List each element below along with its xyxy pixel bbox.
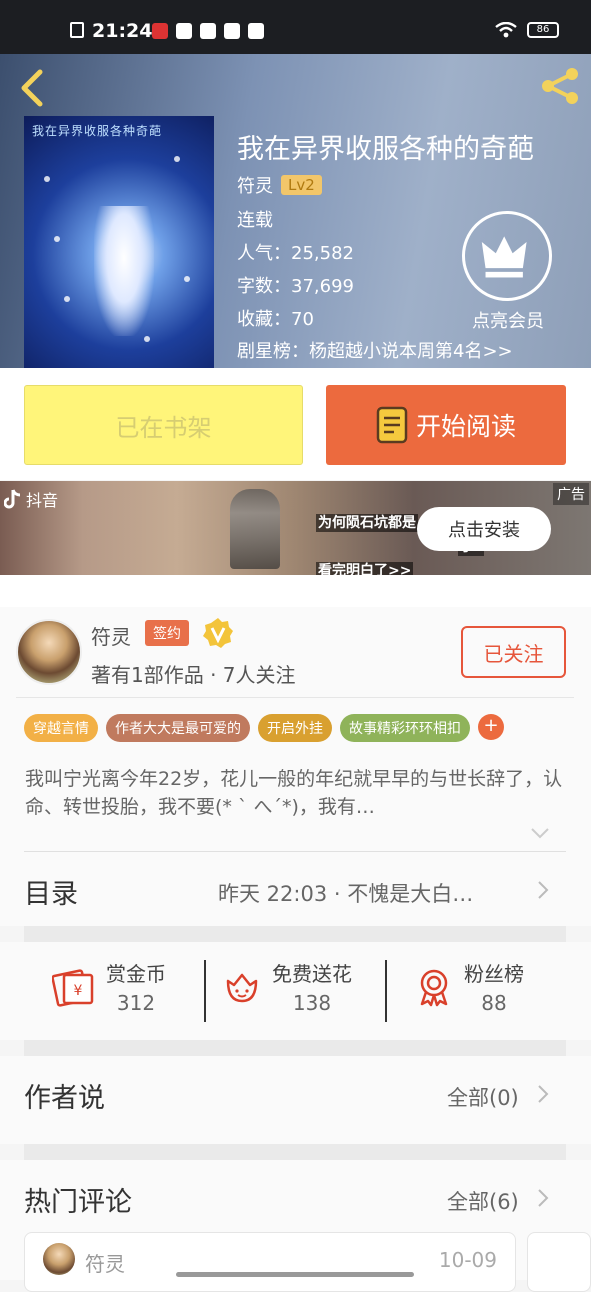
section-separator — [24, 926, 566, 942]
tiktok-icon — [4, 489, 21, 509]
followed-button[interactable]: 已关注 — [461, 626, 566, 678]
cover-figure — [94, 206, 154, 336]
commenter-avatar[interactable] — [43, 1243, 75, 1275]
fan-ranking-label: 粉丝榜 — [464, 962, 524, 986]
book-summary[interactable]: 我叫宁光离今年22岁，花儿一般的年纪就早早的与世长辞了，认命、转世投胎，我不要(… — [25, 765, 565, 821]
free-flower-count: 138 — [292, 991, 332, 1015]
book-icon — [376, 406, 408, 444]
crown-icon — [481, 236, 527, 278]
ad-headline-line1: 为何陨石坑都是 — [316, 514, 418, 532]
vip-button[interactable] — [462, 211, 552, 301]
medal-icon — [420, 969, 448, 1006]
reward-coins-label: 赏金币 — [106, 962, 166, 986]
battery-indicator: 86 — [527, 22, 559, 38]
speedometer-icon — [200, 23, 216, 39]
notification-icons — [152, 23, 264, 39]
free-flower-button[interactable]: 免费送花 138 — [222, 958, 352, 1015]
author-avatar[interactable] — [16, 619, 82, 685]
verified-v-icon — [203, 618, 233, 648]
tag-chip[interactable]: 故事精彩环环相扣 — [340, 714, 470, 742]
author-card: 符灵 签约 著有1部作品 · 7人关注 已关注 穿越言情 作者大大是最可爱的 开… — [0, 607, 591, 852]
book-author[interactable]: 符灵 — [237, 172, 273, 198]
divider — [16, 697, 574, 698]
chevron-down-icon[interactable] — [530, 827, 550, 839]
divider — [385, 960, 387, 1022]
status-time: 21:24 — [92, 20, 153, 42]
comment-date: 10-09 — [438, 1248, 497, 1272]
signed-badge: 签约 — [145, 620, 189, 646]
sim-icon — [70, 22, 84, 38]
section-separator — [24, 1040, 566, 1056]
ad-headline-line2: 看完明白了>> — [316, 562, 414, 575]
chevron-right-icon — [538, 1189, 549, 1207]
ad-install-button[interactable]: 点击安装 — [417, 507, 551, 551]
author-level-badge: Lv2 — [281, 175, 322, 195]
book-cover[interactable]: 我在异界收服各种奇葩 — [24, 116, 214, 368]
book-status: 连载 — [237, 210, 273, 231]
book-title: 我在异界收服各种的奇葩 — [237, 134, 534, 165]
home-indicator[interactable] — [176, 1272, 414, 1277]
ad-image-person — [230, 489, 280, 569]
vip-label[interactable]: 点亮会员 — [458, 307, 558, 333]
ad-tag: 广告 — [553, 483, 589, 505]
add-tag-button[interactable]: + — [478, 714, 504, 740]
flower-icon — [226, 973, 258, 1002]
author-says-title: 作者说 — [24, 1083, 105, 1114]
section-separator — [24, 1144, 566, 1160]
fan-ranking-button[interactable]: 粉丝榜 88 — [414, 958, 524, 1015]
free-flower-label: 免费送花 — [272, 962, 352, 986]
support-stats: ¥ 赏金币 312 免费送花 138 粉丝榜 88 — [0, 942, 591, 1040]
spacer — [0, 575, 591, 607]
tag-chip[interactable]: 穿越言情 — [24, 714, 98, 742]
red-envelope-icon: ¥ — [52, 968, 94, 1007]
reward-coins-count: 312 — [116, 991, 156, 1015]
qq-icon — [176, 23, 192, 39]
reward-coins-button[interactable]: ¥ 赏金币 312 — [52, 958, 166, 1015]
book-popularity: 人气：25,582 — [237, 243, 354, 264]
tag-chip[interactable]: 开启外挂 — [258, 714, 332, 742]
comment-card[interactable]: 符灵 10-09 — [24, 1232, 516, 1292]
status-bar: 21:24 86 — [0, 0, 591, 54]
book-word-count: 字数：37,699 — [237, 276, 354, 297]
book-notification-icon — [224, 23, 240, 39]
author-stats: 著有1部作品 · 7人关注 — [91, 663, 296, 687]
start-reading-label: 开始阅读 — [415, 412, 516, 441]
tag-list: 穿越言情 作者大大是最可爱的 开启外挂 故事精彩环环相扣 + — [24, 714, 504, 742]
comment-card[interactable] — [527, 1232, 591, 1292]
action-bar: 已在书架 开始阅读 — [0, 368, 591, 480]
hot-comments-all-link[interactable]: 全部(6) — [447, 1186, 519, 1216]
back-arrow-icon[interactable] — [14, 68, 54, 108]
app-notification-icon — [152, 23, 168, 39]
divider — [204, 960, 206, 1022]
hot-comments-title: 热门评论 — [24, 1187, 132, 1218]
svg-text:¥: ¥ — [74, 983, 83, 999]
author-says-all-link[interactable]: 全部(0) — [447, 1082, 519, 1112]
tag-chip[interactable]: 作者大大是最可爱的 — [106, 714, 250, 742]
book-favorites: 收藏：70 — [237, 309, 314, 330]
wifi-icon — [495, 22, 517, 38]
commenter-name[interactable]: 符灵 — [85, 1248, 125, 1277]
ad-brand-label: 抖音 — [26, 491, 59, 510]
chevron-right-icon — [538, 881, 549, 899]
fan-ranking-count: 88 — [481, 991, 507, 1015]
book-header: 我在异界收服各种奇葩 我在异界收服各种的奇葩 符灵 Lv2 连载 人气：25,5… — [0, 54, 591, 368]
chevron-right-icon — [538, 1085, 549, 1103]
share-icon[interactable] — [536, 62, 584, 110]
author-says-section[interactable]: 作者说 全部(0) — [0, 1056, 591, 1144]
cover-text: 我在异界收服各种奇葩 — [32, 124, 163, 138]
table-of-contents-row[interactable]: 目录 昨天 22:03 · 不愧是大白… — [0, 852, 591, 926]
ranking-link[interactable]: 剧星榜：杨超越小说本周第4名>> — [237, 337, 513, 363]
image-notification-icon — [248, 23, 264, 39]
start-reading-button[interactable]: 开始阅读 — [326, 385, 566, 465]
author-name[interactable]: 符灵 — [91, 621, 131, 650]
ad-banner[interactable]: 抖音 广告 为何陨石坑都是 了? 看完明白了>> 点击安装 — [0, 481, 591, 575]
toc-title: 目录 — [24, 879, 78, 910]
ad-brand: 抖音 — [4, 487, 58, 511]
on-shelf-button[interactable]: 已在书架 — [24, 385, 303, 465]
latest-chapter: 昨天 22:03 · 不愧是大白… — [218, 882, 474, 906]
